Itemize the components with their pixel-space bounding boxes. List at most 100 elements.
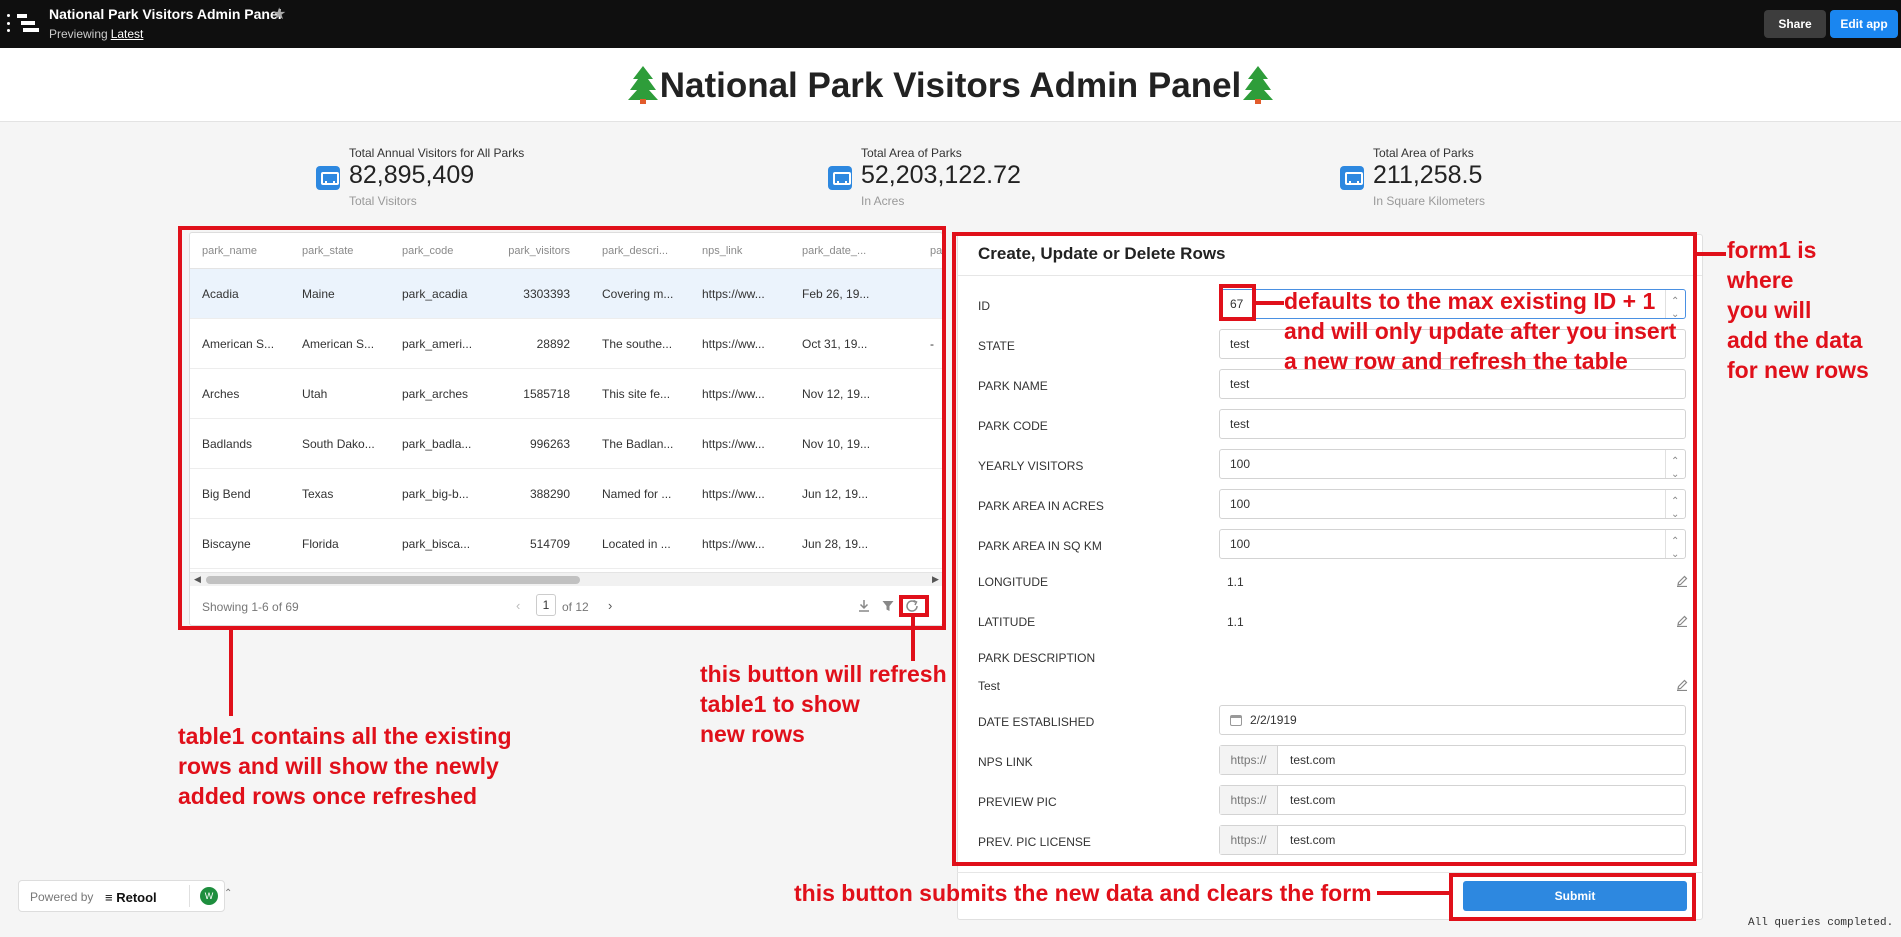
page-input[interactable]: 1 bbox=[536, 594, 556, 616]
table-cell: park_arches bbox=[402, 387, 469, 401]
stat-caption: In Acres bbox=[861, 194, 905, 208]
table-cell: Feb 26, 19... bbox=[802, 287, 870, 301]
preview-pic-input[interactable]: https:// test.com bbox=[1219, 785, 1686, 815]
submit-button[interactable]: Submit bbox=[1463, 881, 1687, 911]
yearly-visitors-input[interactable]: 100 bbox=[1219, 448, 1686, 489]
stat-caption: In Square Kilometers bbox=[1373, 194, 1486, 208]
edit-pencil-icon[interactable] bbox=[1676, 575, 1688, 587]
table-cell: 28892 bbox=[536, 337, 570, 351]
horizontal-scrollbar[interactable]: ◀ ▶ bbox=[190, 572, 942, 586]
area-sqkm-input[interactable]: 100 bbox=[1219, 528, 1686, 569]
column-header[interactable]: park_visitors bbox=[490, 245, 570, 257]
area-sqkm-stepper[interactable] bbox=[1665, 528, 1685, 569]
bench-icon bbox=[1340, 166, 1364, 190]
table-row[interactable]: Badlands South Dako... park_badla... 996… bbox=[190, 419, 942, 469]
table-row[interactable]: American S... American S... park_ameri..… bbox=[190, 319, 942, 369]
url-prefix: https:// bbox=[1220, 826, 1278, 854]
edit-pencil-icon[interactable] bbox=[1676, 615, 1688, 627]
edit-pencil-icon[interactable] bbox=[1676, 679, 1688, 691]
nps-link-label: NPS LINK bbox=[978, 755, 1033, 769]
yearly-visitors-stepper[interactable] bbox=[1665, 448, 1685, 489]
previous-page-icon[interactable]: ‹ bbox=[516, 598, 520, 613]
pic-license-input[interactable]: https:// test.com bbox=[1219, 825, 1686, 855]
row-count: Showing 1-6 of 69 bbox=[202, 600, 299, 614]
park-code-input[interactable]: test bbox=[1219, 409, 1686, 439]
area-sqkm-value: 100 bbox=[1230, 537, 1251, 551]
table-cell: Utah bbox=[302, 387, 328, 401]
refresh-annotation: this button will refresh table1 to show … bbox=[700, 661, 947, 747]
table-cell: Acadia bbox=[202, 287, 239, 301]
preview-status: Previewing Latest bbox=[49, 27, 143, 41]
menu-icon[interactable] bbox=[7, 14, 11, 32]
area-acres-input[interactable]: 100 bbox=[1219, 488, 1686, 529]
table-cell: https://ww... bbox=[702, 337, 765, 351]
table-cell: This site fe... bbox=[602, 387, 671, 401]
table-cell: https://ww... bbox=[702, 487, 765, 501]
nps-link-input[interactable]: https:// test.com bbox=[1219, 745, 1686, 775]
preview-pic-label: PREVIEW PIC bbox=[978, 795, 1057, 809]
scroll-left-icon[interactable]: ◀ bbox=[194, 574, 201, 585]
bench-icon bbox=[828, 166, 852, 190]
column-header[interactable]: park_date_... bbox=[802, 245, 880, 257]
area-acres-stepper[interactable] bbox=[1665, 488, 1685, 529]
calendar-icon bbox=[1230, 715, 1242, 726]
park-code-label: PARK CODE bbox=[978, 419, 1048, 433]
version-link[interactable]: Latest bbox=[111, 27, 144, 41]
table-cell: Big Bend bbox=[202, 487, 251, 501]
table-cell: 388290 bbox=[529, 487, 570, 501]
share-button[interactable]: Share bbox=[1764, 10, 1826, 38]
stat-label: Total Area of Parks bbox=[861, 146, 962, 160]
stat-value: 52,203,122.72 bbox=[861, 161, 1021, 189]
longitude-value[interactable]: 1.1 bbox=[1227, 575, 1244, 589]
refresh-icon[interactable] bbox=[904, 598, 920, 614]
pic-license-label: PREV. PIC LICENSE bbox=[978, 835, 1091, 849]
table-cell: Badlands bbox=[202, 437, 253, 451]
column-header[interactable]: park_descri... bbox=[602, 245, 680, 257]
stat-value: 82,895,409 bbox=[349, 161, 475, 189]
edit-app-button[interactable]: Edit app bbox=[1830, 10, 1898, 38]
latitude-label: LATITUDE bbox=[978, 615, 1036, 629]
download-icon[interactable] bbox=[856, 598, 872, 614]
table-cell: The southe... bbox=[602, 337, 673, 351]
table-cell: American S... bbox=[302, 337, 375, 351]
table-cell: The Badlan... bbox=[602, 437, 674, 451]
table-cell: park_ameri... bbox=[402, 337, 473, 351]
table-annotation: table1 contains all the existing rows an… bbox=[178, 723, 512, 809]
star-icon[interactable]: ★ bbox=[272, 4, 286, 24]
query-status: All queries completed. bbox=[1748, 917, 1894, 929]
yearly-visitors-value: 100 bbox=[1230, 457, 1251, 471]
area-acres-value: 100 bbox=[1230, 497, 1251, 511]
table-row[interactable]: Arches Utah park_arches 1585718 This sit… bbox=[190, 369, 942, 419]
page-total: of 12 bbox=[562, 600, 589, 614]
nps-link-value: test.com bbox=[1290, 753, 1336, 767]
table-cell: Located in ... bbox=[602, 537, 671, 551]
scrollbar-thumb[interactable] bbox=[206, 576, 580, 584]
description-value[interactable]: Test bbox=[978, 679, 1000, 693]
stat-label: Total Annual Visitors for All Parks bbox=[349, 146, 525, 160]
chevron-up-icon[interactable]: ⌃ bbox=[224, 888, 232, 899]
next-page-icon[interactable]: › bbox=[608, 598, 612, 613]
stat-label: Total Area of Parks bbox=[1373, 146, 1474, 160]
table-cell: park_badla... bbox=[402, 437, 472, 451]
table-cell: park_acadia bbox=[402, 287, 468, 301]
date-established-input[interactable]: 2/2/1919 bbox=[1219, 705, 1686, 735]
column-header[interactable]: park_name bbox=[202, 245, 280, 257]
filter-icon[interactable] bbox=[880, 598, 896, 614]
avatar[interactable]: W bbox=[200, 887, 218, 905]
pic-license-value: test.com bbox=[1290, 833, 1336, 847]
description-label: PARK DESCRIPTION bbox=[978, 651, 1096, 665]
table-row[interactable]: Big Bend Texas park_big-b... 388290 Name… bbox=[190, 469, 942, 519]
scroll-right-icon[interactable]: ▶ bbox=[932, 574, 939, 585]
table-row[interactable]: Biscayne Florida park_bisca... 514709 Lo… bbox=[190, 519, 942, 569]
powered-by-badge[interactable]: Powered by ≡ Retool W ⌃ bbox=[18, 880, 232, 912]
column-header[interactable]: pa bbox=[930, 245, 942, 257]
column-header[interactable]: park_state bbox=[302, 245, 380, 257]
column-header[interactable]: park_code bbox=[402, 245, 480, 257]
latitude-value[interactable]: 1.1 bbox=[1227, 615, 1244, 629]
table-arrow-line bbox=[229, 630, 233, 716]
table-row[interactable]: Acadia Maine park_acadia 3303393 Coverin… bbox=[190, 269, 942, 319]
form-title: Create, Update or Delete Rows bbox=[978, 244, 1226, 263]
tree-icon bbox=[627, 65, 658, 104]
column-header[interactable]: nps_link bbox=[702, 245, 774, 257]
previewing-label: Previewing bbox=[49, 27, 108, 41]
